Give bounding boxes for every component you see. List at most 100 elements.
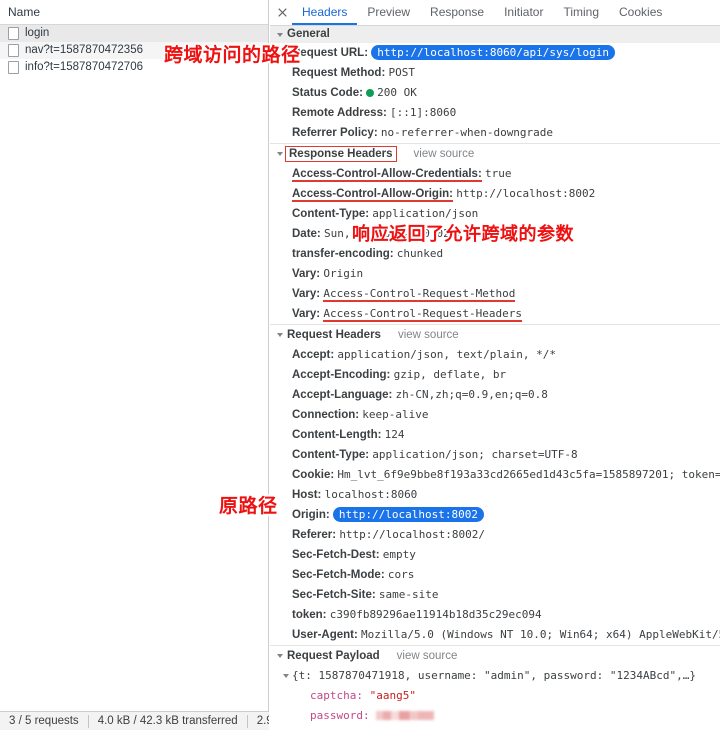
payload-summary-row[interactable]: {t: 1587870471918, username: "admin", pa… — [270, 666, 720, 686]
header-name: Date: — [292, 228, 321, 240]
header-value: Origin — [323, 267, 364, 280]
status-transferred: 4.0 kB / 42.3 kB transferred — [97, 715, 238, 727]
payload-item: captcha: "aang5" — [270, 686, 720, 706]
payload-item: password: — [270, 706, 720, 726]
tab-group: Headers Preview Response Initiator Timing Coo… — [292, 0, 672, 25]
header-value: c390fb89296ae11914b18d35c29ec094 — [329, 608, 542, 621]
view-source-link[interactable]: view source — [397, 646, 458, 667]
payload-value: "aang5" — [369, 689, 416, 702]
status-requests: 3 / 5 requests — [9, 715, 79, 727]
header-name: Content-Type: — [292, 208, 370, 220]
header-name: Content-Length: — [292, 429, 382, 441]
header-row: Access-Control-Allow-Origin: http://loca… — [270, 184, 720, 204]
request-name: login — [25, 27, 50, 39]
header-value: Hm_lvt_6f9e9bbe8f193a33cd2665ed1d43c5fa=… — [337, 468, 720, 481]
header-name: Status Code: — [292, 87, 363, 99]
header-row: Remote Address: [::1]:8060 — [270, 103, 720, 123]
header-name: Vary: — [292, 288, 321, 300]
section-header-request-headers[interactable]: Request Headers view source — [270, 324, 720, 345]
header-value: Access-Control-Request-Method — [323, 287, 516, 300]
header-row: Sec-Fetch-Mode: cors — [270, 565, 720, 585]
annotation-original-path: 原路径 — [219, 495, 278, 517]
header-row: transfer-encoding: chunked — [270, 244, 720, 264]
tab-timing[interactable]: Timing — [553, 0, 609, 25]
close-icon[interactable] — [272, 1, 292, 25]
tab-headers[interactable]: Headers — [292, 0, 358, 25]
payload-key: captcha: — [310, 689, 363, 702]
red-underline-annotation — [292, 180, 482, 182]
header-value: http://localhost:8002 — [456, 187, 596, 200]
header-name: Request Method: — [292, 67, 386, 79]
red-underline-annotation — [323, 300, 515, 302]
header-name: Content-Type: — [292, 449, 370, 461]
header-name: Access-Control-Allow-Origin: — [292, 188, 454, 200]
header-row: Cookie: Hm_lvt_6f9e9bbe8f193a33cd2665ed1… — [270, 465, 720, 485]
header-value: 200 OK — [377, 86, 417, 99]
detail-body: General Request URL: http://localhost:806… — [270, 26, 720, 730]
chevron-down-icon — [277, 32, 283, 37]
header-name: Connection: — [292, 409, 360, 421]
request-detail-panel: Headers Preview Response Initiator Timing Coo… — [270, 0, 720, 730]
detail-content: General Request URL: http://localhost:806… — [270, 26, 720, 730]
header-row: Host: localhost:8060 — [270, 485, 720, 505]
tab-initiator[interactable]: Initiator — [494, 0, 553, 25]
status-bar: 3 / 5 requests 4.0 kB / 42.3 kB transfer… — [0, 711, 269, 730]
section-title: Request Headers — [287, 328, 381, 341]
header-name: Accept-Language: — [292, 389, 393, 401]
document-icon — [8, 61, 19, 74]
header-row: User-Agent: Mozilla/5.0 (Windows NT 10.0… — [270, 625, 720, 645]
header-value: Access-Control-Request-Headers — [323, 307, 523, 320]
payload-key: password: — [310, 709, 370, 722]
section-title: Request Payload — [287, 649, 380, 662]
header-value: keep-alive — [362, 408, 429, 421]
column-header-name[interactable]: Name — [0, 0, 268, 25]
document-icon — [8, 27, 19, 40]
view-source-link[interactable]: view source — [414, 144, 475, 165]
header-row: Content-Length: 124 — [270, 425, 720, 445]
header-row: Referrer Policy: no-referrer-when-downgr… — [270, 123, 720, 143]
annotation-cors-response-params: 响应返回了允许跨域的参数 — [352, 224, 574, 245]
header-row: Request URL: http://localhost:8060/api/s… — [270, 43, 720, 63]
header-value: application/json, text/plain, */* — [337, 348, 556, 361]
header-row: Request Method: POST — [270, 63, 720, 83]
header-value: application/json — [372, 207, 479, 220]
header-row: Access-Control-Allow-Credentials: true — [270, 164, 720, 184]
status-ok-icon — [366, 89, 375, 97]
tab-cookies[interactable]: Cookies — [609, 0, 672, 25]
tab-response[interactable]: Response — [420, 0, 494, 25]
header-value: localhost:8060 — [324, 488, 418, 501]
devtools-network-panel: Name login nav?t=1587870472356 info?t=1587… — [0, 0, 720, 730]
view-source-link[interactable]: view source — [398, 325, 459, 346]
header-value: 124 — [384, 428, 405, 441]
chevron-down-icon — [277, 333, 283, 337]
header-row: Origin: http://localhost:8002 — [270, 505, 720, 525]
section-header-general[interactable]: General — [270, 26, 720, 43]
section-header-request-payload[interactable]: Request Payload view source — [270, 645, 720, 666]
header-name: token: — [292, 609, 327, 621]
header-value: Mozilla/5.0 (Windows NT 10.0; Win64; x64… — [361, 628, 720, 641]
header-name: Remote Address: — [292, 107, 387, 119]
header-name: Access-Control-Allow-Credentials: — [292, 168, 482, 180]
header-value: same-site — [378, 588, 439, 601]
payload-item: t: 1587870471918 — [270, 726, 720, 730]
header-value: [::1]:8060 — [390, 106, 457, 119]
header-value: http://localhost:8002 — [332, 507, 484, 522]
chevron-down-icon — [277, 152, 283, 156]
header-name: Sec-Fetch-Mode: — [292, 569, 385, 581]
chevron-down-icon — [277, 654, 283, 658]
request-name: info?t=1587870472706 — [25, 61, 143, 73]
header-name: transfer-encoding: — [292, 248, 394, 260]
request-list-panel: Name login nav?t=1587870472356 info?t=1587… — [0, 0, 269, 711]
tab-preview[interactable]: Preview — [357, 0, 420, 25]
header-row: Content-Type: application/json; charset=… — [270, 445, 720, 465]
header-value: true — [484, 167, 512, 180]
header-value: no-referrer-when-downgrade — [380, 126, 554, 139]
redacted-password-value — [376, 711, 435, 720]
header-row: Sec-Fetch-Site: same-site — [270, 585, 720, 605]
status-resources: 2.9 kB / 13 — [256, 715, 269, 727]
header-name: Vary: — [292, 308, 321, 320]
section-header-response-headers[interactable]: Response Headers view source — [270, 143, 720, 164]
header-value: chunked — [396, 247, 444, 260]
header-value: cors — [387, 568, 415, 581]
header-value: http://localhost:8060/api/sys/login — [371, 45, 616, 60]
